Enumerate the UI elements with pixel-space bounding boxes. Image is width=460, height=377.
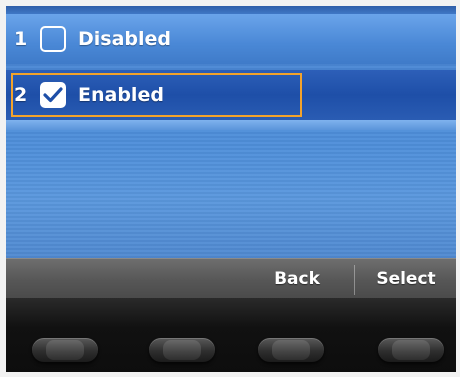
softkey-divider [354, 265, 355, 295]
phone-bezel [6, 298, 456, 372]
select-softkey[interactable]: Select [356, 259, 456, 299]
back-softkey[interactable]: Back [242, 259, 352, 299]
softkey-bar: Back Select [6, 258, 456, 299]
row-2-bottom-band [6, 120, 456, 130]
selection-highlight [11, 73, 302, 117]
hardware-softkey-select[interactable] [378, 338, 444, 362]
phone-display: 1 Disabled 2 Enabled Back Select [6, 6, 456, 372]
hardware-softkey-2[interactable] [149, 338, 215, 362]
row-1-top-band [6, 6, 456, 14]
screen: 1 Disabled 2 Enabled [6, 6, 456, 264]
option-row-disabled[interactable]: 1 Disabled [6, 14, 456, 64]
hardware-softkey-1[interactable] [32, 338, 98, 362]
empty-checkbox-icon[interactable] [40, 26, 66, 52]
hardware-softkey-back[interactable] [258, 338, 324, 362]
option-label: Disabled [78, 28, 172, 50]
option-number: 1 [14, 28, 28, 50]
